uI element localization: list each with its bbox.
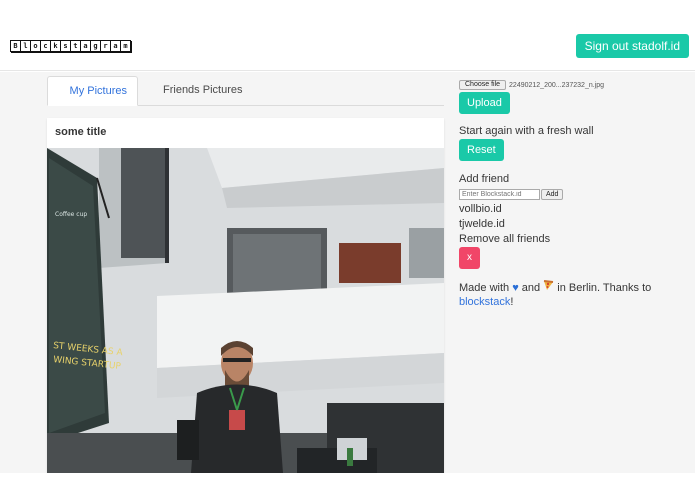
bottom-strip xyxy=(0,473,695,494)
blockstack-link[interactable]: blockstack xyxy=(459,296,510,308)
main-content: My Pictures Friends Pictures some title xyxy=(0,72,695,473)
app-logo[interactable]: Blockstagram xyxy=(10,40,131,52)
friend-id-input[interactable] xyxy=(459,189,540,200)
add-friend-heading: Add friend xyxy=(459,173,510,185)
sign-out-button[interactable]: Sign out stadolf.id xyxy=(575,34,689,58)
reset-description: Start again with a fresh wall xyxy=(459,125,594,137)
footer-exclamation: ! xyxy=(510,296,514,308)
picture-card: some title ST WEEKS AS A WING STARTUP Co… xyxy=(47,118,444,473)
top-navbar: Blockstagram Sign out stadolf.id xyxy=(0,0,695,71)
blue-heart-icon: ♥ xyxy=(512,282,519,294)
add-friend-button[interactable]: Add xyxy=(541,189,564,200)
remove-all-friends-label: Remove all friends xyxy=(459,233,551,245)
made-with-text: Made with xyxy=(459,282,510,294)
logo-letter: m xyxy=(120,40,131,52)
in-berlin-text: in Berlin. Thanks to xyxy=(557,282,652,294)
footer-link-line: blockstack! xyxy=(459,296,513,308)
footer-credits: Made with ♥ and in Berlin. Thanks to xyxy=(459,280,651,294)
tab-my-pictures[interactable]: My Pictures xyxy=(47,76,138,106)
picture-image: ST WEEKS AS A WING STARTUP Coffee cup xyxy=(47,148,444,473)
reset-button[interactable]: Reset xyxy=(459,139,504,161)
selected-file-name: 22490212_200...237232_n.jpg xyxy=(509,81,605,89)
picture-title: some title xyxy=(55,126,107,138)
svg-text:Coffee cup: Coffee cup xyxy=(55,211,87,218)
upload-button[interactable]: Upload xyxy=(459,92,510,114)
and-text: and xyxy=(521,282,541,294)
tab-friends-pictures[interactable]: Friends Pictures xyxy=(163,76,242,106)
file-picker: Choose file 22490212_200...237232_n.jpg xyxy=(459,80,604,90)
choose-file-button[interactable]: Choose file xyxy=(459,80,507,90)
pizza-icon xyxy=(543,280,554,294)
picture-tabs: My Pictures Friends Pictures xyxy=(47,76,444,106)
remove-all-friends-button[interactable]: x xyxy=(459,247,480,269)
friend-list-item: tjwelde.id xyxy=(459,218,505,230)
friend-list-item: vollbio.id xyxy=(459,203,502,215)
